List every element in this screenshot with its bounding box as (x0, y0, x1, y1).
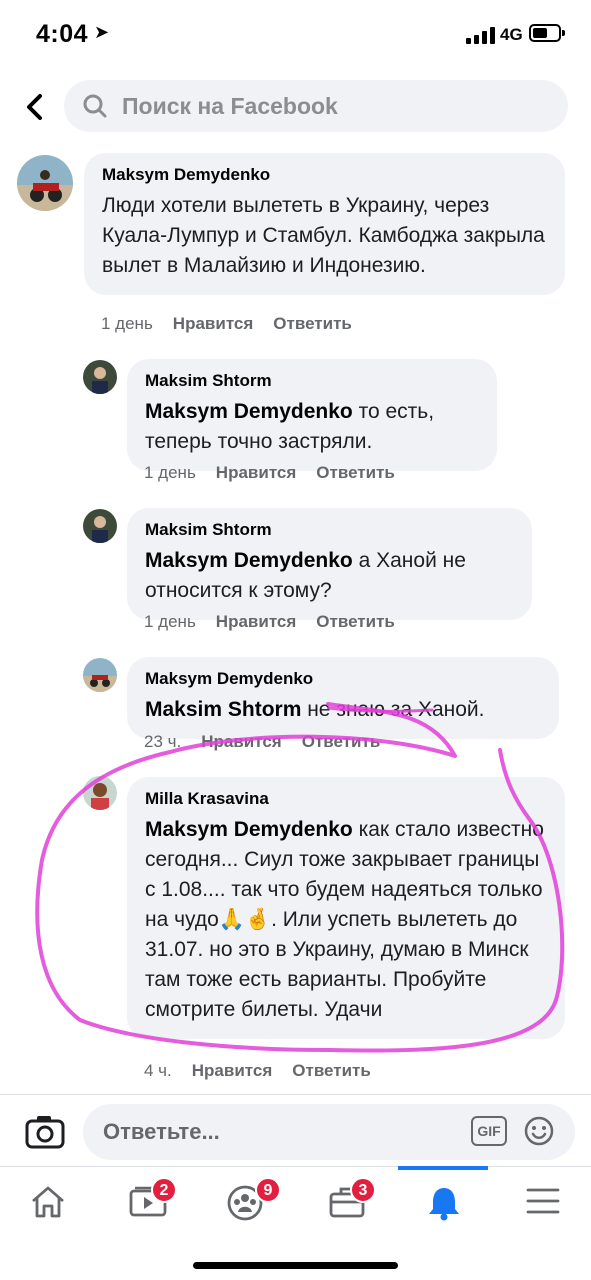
comment-bubble[interactable]: Maksym Demydenko Люди хотели вылететь в … (84, 153, 565, 295)
mention-link[interactable]: Maksym Demydenko (145, 400, 353, 423)
bottom-tab-bar: 2 9 3 (0, 1166, 591, 1246)
comment-bubble[interactable]: Maksim Shtorm Maksym Demydenko то есть, … (127, 359, 497, 471)
notification-badge: 9 (255, 1177, 281, 1203)
comment-actions: 4 ч. Нравится Ответить (144, 1061, 391, 1081)
notification-badge: 3 (350, 1177, 376, 1203)
mention-link[interactable]: Maksim Shtorm (145, 698, 301, 721)
mention-link[interactable]: Maksym Demydenko (145, 549, 353, 572)
comment-text: Maksim Shtorm не знаю за Ханой. (145, 698, 485, 721)
comment-bubble[interactable]: Maksim Shtorm Maksym Demydenko а Ханой н… (127, 508, 532, 620)
tab-groups[interactable]: 9 (215, 1177, 281, 1237)
home-indicator (193, 1262, 398, 1269)
reply-input[interactable]: Ответьте... GIF (83, 1104, 575, 1160)
camera-button[interactable] (24, 1113, 66, 1151)
like-button[interactable]: Нравится (192, 1061, 273, 1080)
reply-button[interactable]: Ответить (273, 314, 352, 333)
comment-time: 1 день (101, 314, 153, 333)
gif-button[interactable]: GIF (471, 1116, 507, 1146)
comment-author[interactable]: Maksym Demydenko (145, 669, 541, 689)
signal-icon (466, 27, 496, 44)
like-button[interactable]: Нравится (216, 612, 297, 631)
chevron-left-icon (27, 94, 42, 120)
back-button[interactable] (20, 90, 50, 124)
avatar[interactable] (83, 509, 117, 543)
comment-actions: 1 день Нравится Ответить (144, 463, 415, 483)
avatar[interactable] (83, 360, 117, 394)
comment-actions: 1 день Нравится Ответить (144, 612, 415, 632)
battery-icon (529, 24, 565, 42)
location-arrow-icon: ➤ (94, 22, 110, 42)
comment-bubble[interactable]: Milla Krasavina Maksym Demydenko как ста… (127, 777, 565, 1039)
comment-author[interactable]: Milla Krasavina (145, 789, 547, 809)
network-label: 4G (500, 25, 523, 44)
tab-notifications[interactable] (414, 1177, 474, 1237)
reply-button[interactable]: Ответить (302, 732, 381, 751)
reply-button[interactable]: Ответить (292, 1061, 371, 1080)
avatar[interactable] (17, 155, 73, 211)
tab-video[interactable]: 2 (117, 1177, 177, 1237)
active-tab-indicator (398, 1166, 488, 1170)
like-button[interactable]: Нравится (216, 463, 297, 482)
search-placeholder: Поиск на Facebook (122, 93, 338, 119)
like-button[interactable]: Нравится (201, 732, 282, 751)
comment-author[interactable]: Maksim Shtorm (145, 520, 514, 540)
comment-time: 1 день (144, 612, 196, 631)
comment-text: Maksym Demydenko а Ханой не относится к … (145, 549, 466, 602)
menu-icon (526, 1188, 560, 1214)
tab-marketplace[interactable]: 3 (316, 1177, 376, 1237)
like-button[interactable]: Нравится (173, 314, 254, 333)
comment-bubble[interactable]: Maksym Demydenko Maksim Shtorm не знаю з… (127, 657, 559, 739)
comment-author[interactable]: Maksym Demydenko (102, 165, 547, 185)
home-icon (32, 1186, 64, 1218)
reply-button[interactable]: Ответить (316, 463, 395, 482)
comment-text: Люди хотели вылететь в Украину, через Ку… (102, 194, 545, 277)
avatar[interactable] (83, 776, 117, 810)
comment-time: 4 ч. (144, 1061, 172, 1080)
search-icon (83, 94, 107, 118)
mention-link[interactable]: Maksym Demydenko (145, 818, 353, 841)
composer-divider (0, 1094, 591, 1095)
search-input[interactable]: Поиск на Facebook (64, 80, 568, 132)
tab-menu[interactable] (513, 1177, 573, 1237)
bell-icon (429, 1188, 459, 1221)
comment-time: 1 день (144, 463, 196, 482)
avatar[interactable] (83, 658, 117, 692)
comment-actions: 23 ч. Нравится Ответить (144, 732, 400, 752)
status-bar: 4:04 ➤ 4G (0, 0, 591, 70)
camera-icon (25, 1116, 65, 1149)
comment-text: Maksym Demydenko то есть, теперь точно з… (145, 400, 435, 453)
comment-text: Maksym Demydenko как стало известно сего… (145, 818, 544, 1021)
search-header: Поиск на Facebook (0, 72, 591, 142)
status-time: 4:04 (36, 20, 89, 48)
tab-home[interactable] (18, 1177, 78, 1237)
reply-placeholder: Ответьте... (103, 1119, 220, 1144)
notification-badge: 2 (151, 1177, 177, 1203)
comment-time: 23 ч. (144, 732, 182, 751)
comment-actions: 1 день Нравится Ответить (101, 314, 372, 334)
comment-author[interactable]: Maksim Shtorm (145, 371, 479, 391)
reply-button[interactable]: Ответить (316, 612, 395, 631)
emoji-icon[interactable] (523, 1115, 555, 1147)
